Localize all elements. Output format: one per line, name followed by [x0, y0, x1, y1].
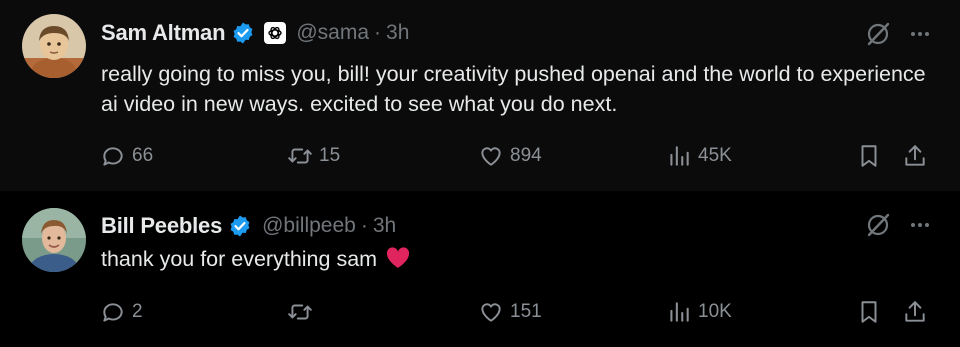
repost-button[interactable]: [287, 297, 319, 327]
views-icon: [670, 146, 689, 166]
repost-button[interactable]: 15: [287, 141, 340, 171]
avatar[interactable]: [22, 14, 86, 78]
repost-icon: [288, 304, 312, 320]
separator-dot: ·: [360, 214, 368, 237]
reply-count: 66: [132, 145, 154, 166]
avatar[interactable]: [22, 208, 86, 272]
tweet-header: Sam Altman @sama · 3h: [101, 18, 409, 48]
reply-count: 2: [132, 301, 143, 322]
verified-badge-icon[interactable]: [228, 214, 252, 238]
author-handle[interactable]: @billpeeb: [262, 214, 356, 238]
author-handle[interactable]: @sama: [296, 21, 369, 45]
red-heart-emoji: [385, 247, 411, 269]
repost-icon: [288, 148, 312, 164]
like-button[interactable]: 894: [478, 141, 542, 171]
tweet-text: thank you for everything sam: [101, 247, 378, 271]
views-count: 10K: [698, 301, 732, 322]
like-count: 894: [510, 145, 542, 166]
tweet-text: really going to miss you, bill! your cre…: [101, 62, 926, 116]
reply-button[interactable]: 2: [100, 297, 143, 327]
tweet-actions: 2 151 10K: [100, 297, 940, 327]
more-icon[interactable]: [908, 22, 932, 46]
verified-badge-icon[interactable]: [231, 21, 255, 45]
views-count: 45K: [698, 145, 732, 166]
tweet-bill-peebles[interactable]: Bill Peebles @billpeeb · 3h thank you fo…: [0, 191, 960, 347]
reply-button[interactable]: 66: [100, 141, 153, 171]
bookmark-button[interactable]: [856, 297, 882, 327]
share-icon: [905, 301, 925, 322]
tweet-header: Bill Peebles @billpeeb · 3h: [101, 211, 396, 241]
heart-icon: [481, 303, 501, 322]
tweet-top-icons: [864, 211, 932, 239]
views-icon: [670, 302, 689, 322]
tweet-text-container: thank you for everything sam: [101, 244, 941, 274]
like-button[interactable]: 151: [478, 297, 542, 327]
bookmark-button[interactable]: [856, 141, 882, 171]
repost-count: 15: [319, 145, 341, 166]
tweet-top-icons: [864, 20, 932, 48]
bookmark-icon: [861, 145, 877, 167]
tweet-actions: 66 15 894 45K: [100, 141, 940, 171]
like-count: 151: [510, 301, 542, 322]
heart-icon: [481, 147, 501, 166]
share-icon: [905, 145, 925, 166]
timestamp[interactable]: 3h: [386, 21, 409, 45]
openai-logo-icon[interactable]: [264, 22, 287, 44]
grok-icon[interactable]: [864, 20, 892, 48]
views-button[interactable]: 45K: [666, 141, 732, 171]
share-button[interactable]: [902, 297, 928, 327]
grok-icon[interactable]: [864, 211, 892, 239]
reply-icon: [103, 147, 123, 166]
timestamp[interactable]: 3h: [373, 214, 396, 238]
author-name[interactable]: Bill Peebles: [101, 213, 222, 239]
views-button[interactable]: 10K: [666, 297, 732, 327]
author-name[interactable]: Sam Altman: [101, 20, 226, 46]
reply-icon: [103, 303, 123, 322]
more-icon[interactable]: [908, 213, 932, 237]
bookmark-icon: [861, 301, 877, 323]
share-button[interactable]: [902, 141, 928, 171]
tweet-sam-altman[interactable]: Sam Altman @sama · 3h really going to mi…: [0, 0, 960, 191]
separator-dot: ·: [374, 21, 382, 44]
